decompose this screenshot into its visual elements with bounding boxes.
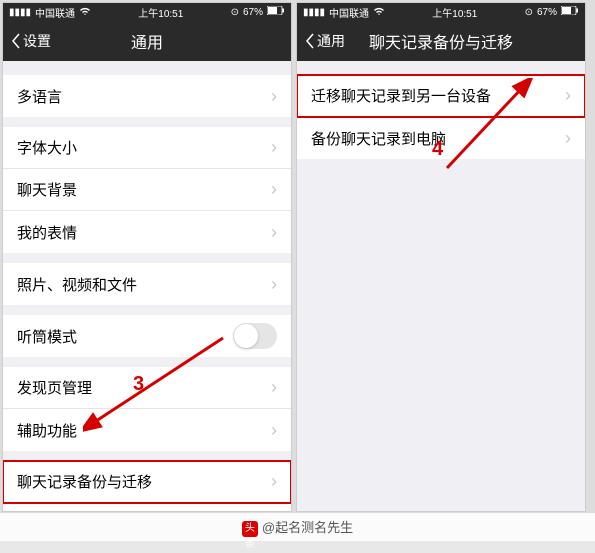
carrier: 中国联通 — [35, 5, 75, 20]
list-item[interactable]: 聊天记录备份与迁移 › — [3, 461, 291, 503]
watermark-text: @起名测名先生 — [262, 520, 353, 535]
chevron-right-icon: › — [271, 377, 277, 398]
battery-pct: 67% — [537, 7, 557, 18]
chevron-right-icon: › — [565, 128, 571, 149]
screenshot-right: ▮▮▮▮ 中国联通 上午10:51 ⊙ 67% 通用 聊天记录备份与迁移 — [296, 2, 586, 512]
chevron-left-icon — [305, 33, 315, 49]
alarm-icon: ⊙ — [525, 7, 533, 18]
row-label: 字体大小 — [17, 137, 77, 158]
row-label: 备份聊天记录到电脑 — [311, 128, 446, 149]
back-button[interactable]: 设置 — [11, 31, 51, 51]
battery-icon — [267, 6, 285, 18]
status-bar: ▮▮▮▮ 中国联通 上午10:51 ⊙ 67% — [3, 3, 291, 21]
row-label: 迁移聊天记录到另一台设备 — [311, 85, 491, 106]
annotation-number: 3 — [133, 373, 144, 396]
status-time: 上午10:51 — [432, 5, 477, 20]
status-bar: ▮▮▮▮ 中国联通 上午10:51 ⊙ 67% — [297, 3, 585, 21]
signal-icon: ▮▮▮▮ — [9, 7, 31, 18]
row-label: 辅助功能 — [17, 420, 77, 441]
chevron-right-icon: › — [271, 222, 277, 243]
signal-icon: ▮▮▮▮ — [303, 7, 325, 18]
page-title: 聊天记录备份与迁移 — [369, 29, 513, 53]
list-item[interactable]: 照片、视频和文件 › — [3, 263, 291, 305]
settings-list[interactable]: 多语言›字体大小›聊天背景›我的表情›照片、视频和文件›听筒模式发现页管理›辅助… — [3, 61, 291, 511]
chevron-right-icon: › — [271, 137, 277, 158]
carrier: 中国联通 — [329, 5, 369, 20]
list-item[interactable]: 发现页管理 › — [3, 367, 291, 409]
nav-bar: 设置 通用 — [3, 21, 291, 61]
row-label: 聊天背景 — [17, 179, 77, 200]
list-item[interactable]: 辅助功能 › — [3, 409, 291, 451]
toutiao-icon: 头条 — [242, 521, 258, 537]
list-item[interactable]: 存储空间› — [3, 503, 291, 511]
chevron-right-icon: › — [271, 86, 277, 107]
battery-pct: 67% — [243, 7, 263, 18]
row-label: 听筒模式 — [17, 326, 77, 347]
list-item[interactable]: 多语言 › — [3, 75, 291, 117]
list-item[interactable]: 字体大小 › — [3, 127, 291, 169]
back-label: 通用 — [317, 31, 345, 51]
chevron-right-icon: › — [271, 179, 277, 200]
screenshot-left: ▮▮▮▮ 中国联通 上午10:51 ⊙ 67% 设置 通用 多语言›字 — [2, 2, 292, 512]
wifi-icon — [79, 6, 91, 19]
row-label: 聊天记录备份与迁移 — [17, 471, 152, 492]
row-label: 多语言 — [17, 86, 62, 107]
chevron-right-icon: › — [271, 274, 277, 295]
list-item[interactable]: 听筒模式 — [3, 315, 291, 357]
chevron-left-icon — [11, 33, 21, 49]
chevron-right-icon: › — [271, 471, 277, 492]
back-label: 设置 — [23, 31, 51, 51]
annotation-number: 4 — [432, 138, 443, 161]
chevron-right-icon: › — [271, 420, 277, 441]
settings-list[interactable]: 迁移聊天记录到另一台设备 › 备份聊天记录到电脑 › — [297, 61, 585, 511]
battery-icon — [561, 6, 579, 18]
alarm-icon: ⊙ — [231, 7, 239, 18]
status-time: 上午10:51 — [138, 5, 183, 20]
row-label: 照片、视频和文件 — [17, 274, 137, 295]
watermark: 头条 @起名测名先生 — [0, 513, 595, 541]
list-item[interactable]: 迁移聊天记录到另一台设备 › — [297, 75, 585, 117]
list-item[interactable]: 聊天背景 › — [3, 169, 291, 211]
row-label: 我的表情 — [17, 222, 77, 243]
toggle-switch[interactable] — [233, 323, 277, 349]
wifi-icon — [373, 6, 385, 19]
nav-bar: 通用 聊天记录备份与迁移 — [297, 21, 585, 61]
list-item[interactable]: 我的表情 › — [3, 211, 291, 253]
chevron-right-icon: › — [565, 85, 571, 106]
row-label: 发现页管理 — [17, 377, 92, 398]
back-button[interactable]: 通用 — [305, 31, 345, 51]
page-title: 通用 — [131, 29, 163, 53]
